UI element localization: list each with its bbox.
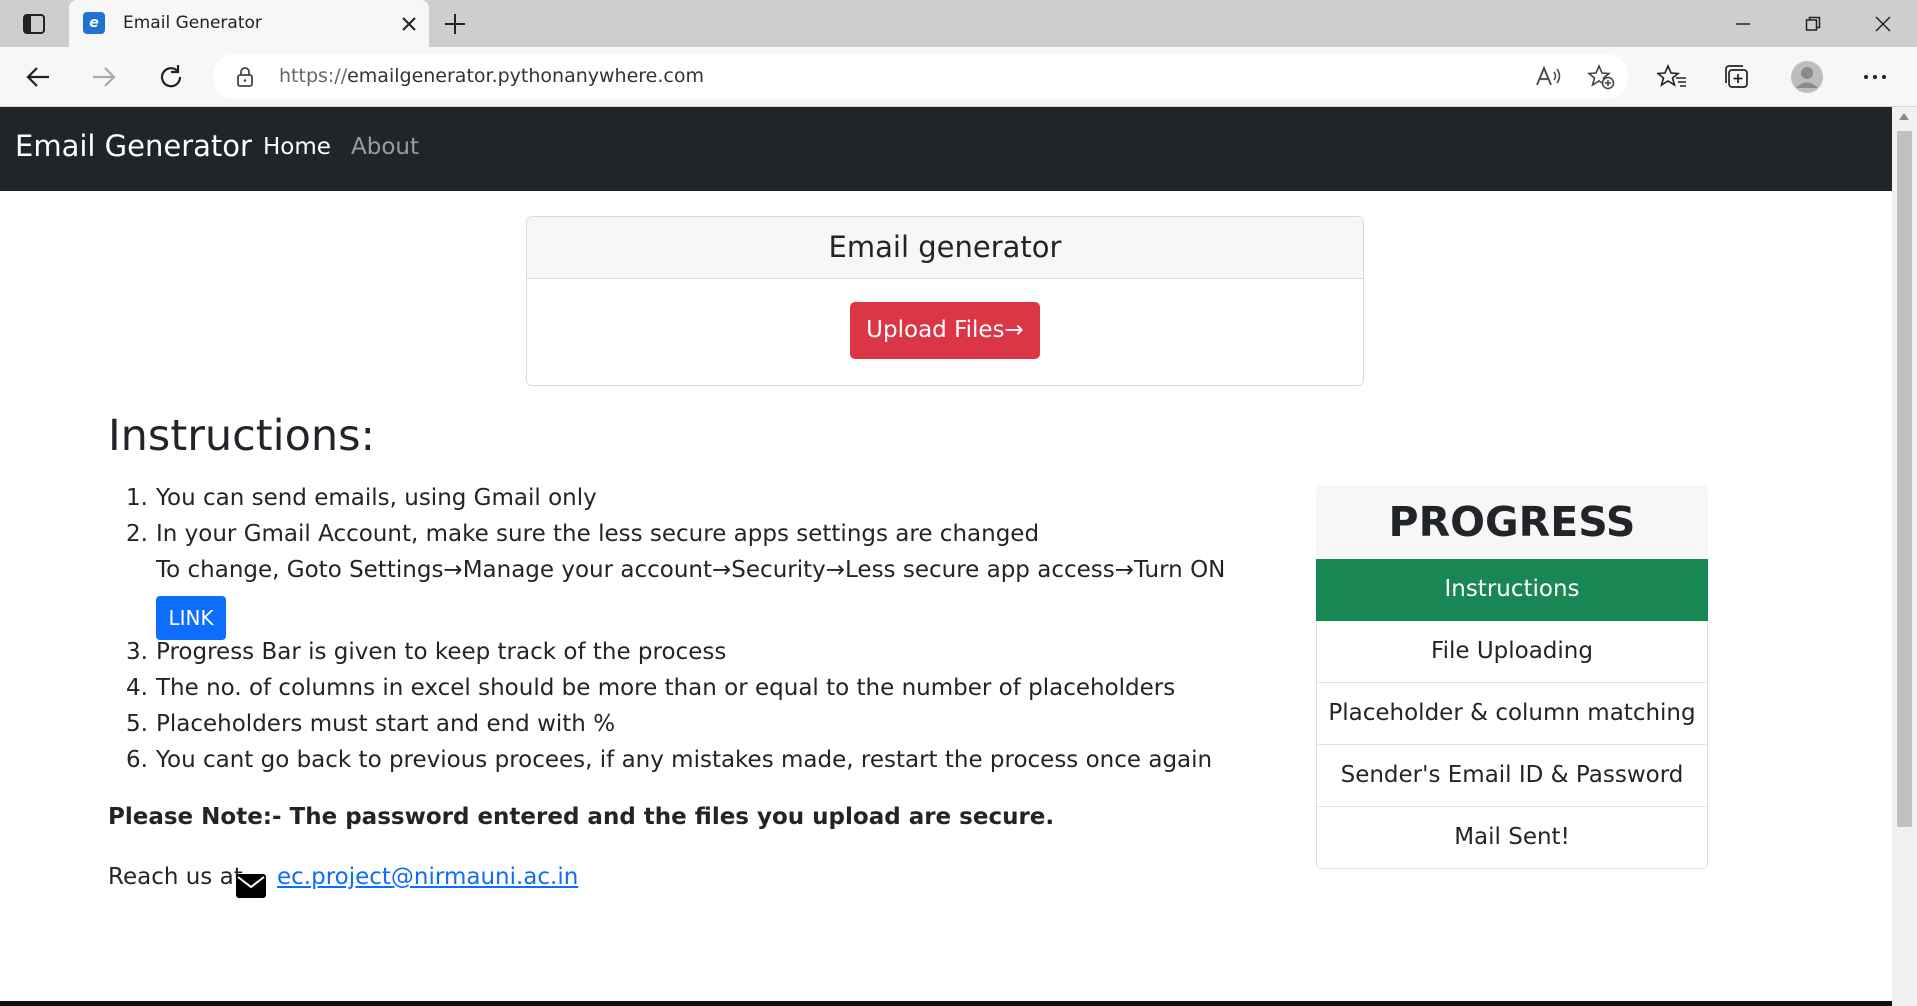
site-navbar: Email Generator Home About [0,107,1892,191]
link-button[interactable]: LINK [156,596,226,640]
tab-title: Email Generator [123,13,262,33]
address-bar[interactable]: https://emailgenerator.pythonanywhere.co… [213,54,1628,99]
minimize-icon[interactable] [1709,0,1777,47]
browser-tab-strip: e Email Generator [0,0,1917,47]
lock-icon[interactable] [235,66,255,88]
settings-path-text: To change, Goto Settings→Manage your acc… [156,557,1226,583]
list-item: 3. Progress Bar is given to keep track of… [126,639,727,665]
favicon-icon: e [83,12,105,34]
nav-link-home[interactable]: Home [263,134,331,160]
scroll-up-arrow-icon[interactable] [1899,113,1909,120]
navbar-brand[interactable]: Email Generator [15,129,252,163]
close-tab-icon[interactable] [397,12,421,36]
progress-step-instructions: Instructions [1316,559,1708,621]
list-item: 1. You can send emails, using Gmail only [126,485,597,511]
email-generator-card: Email generator Upload Files→ [526,216,1364,386]
refresh-icon[interactable] [153,59,189,95]
progress-panel: PROGRESS Instructions File Uploading Pla… [1316,485,1708,869]
profile-avatar-icon[interactable] [1790,60,1824,94]
page-scrollbar[interactable] [1892,107,1917,1006]
instructions-title: Instructions: [108,411,376,461]
contact-label: Reach us at [108,864,243,890]
card-title: Email generator [527,217,1363,279]
footer-divider [0,1001,1892,1006]
contact-email-link[interactable]: ec.project@nirmauni.ac.in [277,864,578,890]
tab-actions-icon[interactable] [12,8,56,40]
progress-step-file-uploading: File Uploading [1316,621,1708,683]
collections-icon[interactable] [1723,63,1753,91]
restore-icon[interactable] [1779,0,1847,47]
security-note: Please Note:- The password entered and t… [108,804,1055,830]
forward-icon[interactable] [86,59,122,95]
envelope-icon [236,874,266,898]
progress-step-credentials: Sender's Email ID & Password [1316,745,1708,807]
upload-files-button[interactable]: Upload Files→ [850,302,1040,359]
list-item: 6. You cant go back to previous procees, … [126,747,1213,773]
progress-step-placeholder-matching: Placeholder & column matching [1316,683,1708,745]
list-item: 4. The no. of columns in excel should be … [126,675,1176,701]
nav-link-about[interactable]: About [351,134,419,160]
page-viewport: Email Generator Home About Email generat… [0,107,1892,1006]
progress-step-mail-sent: Mail Sent! [1316,807,1708,869]
browser-toolbar: https://emailgenerator.pythonanywhere.co… [0,47,1917,107]
add-favorite-icon[interactable] [1587,64,1615,90]
url-text[interactable]: https://emailgenerator.pythonanywhere.co… [279,65,704,87]
favorites-icon[interactable] [1657,63,1687,91]
read-aloud-icon[interactable] [1535,64,1563,90]
progress-title: PROGRESS [1316,485,1708,559]
list-item: 2. In your Gmail Account, make sure the l… [126,521,1040,547]
close-window-icon[interactable] [1849,0,1917,47]
list-item: 5. Placeholders must start and end with % [126,711,616,737]
more-menu-icon[interactable] [1860,63,1890,91]
scrollbar-thumb[interactable] [1897,131,1912,827]
back-icon[interactable] [20,59,56,95]
browser-tab[interactable]: e Email Generator [69,0,429,47]
new-tab-icon[interactable] [440,10,470,38]
